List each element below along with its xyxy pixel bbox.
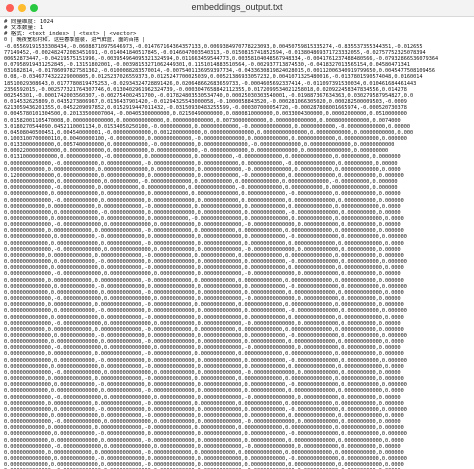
text-line: 0.013100000000000,0.00000000000,-0.00000… [4,154,401,161]
text-line: -0.05569191533308434,-0.0608871097564697… [4,43,423,50]
text-line: 0.000000000000,0.0000000000000,0.0000000… [4,314,404,321]
text-line: 3.0180270544090.0452110001134,0.01534050… [4,123,411,130]
text-line: 0.00000000000,0.000000000000,0.000000000… [4,277,404,284]
text-line: 0.0000000000000,-0.000000000000,0.000000… [4,271,401,278]
text-line: 0.000000000000,0.0000000000000,0.0000000… [4,437,404,444]
title-bar: embeddings_output.txt [0,0,474,17]
text-line: 0.0000000000000,0.00000000000,-0.0000000… [4,431,407,438]
text-line: 0.0000000000000,0.00000000000,-0.0000000… [4,234,407,241]
text-line: 0.0000000000000,0.00000000000,-0.0000000… [4,357,407,364]
text-line: 0.000000000000,0.0000000000000,0.0000000… [4,240,404,247]
text-line: 0.00000000000,0.000000000000,0.000000000… [4,351,404,358]
text-line: 2356592015,-0.002577321764307746,0.01304… [4,86,407,93]
text-line: 18510029308643,0.0177780819475253,-0.029… [4,80,417,87]
text-line: 0.0045780101304500,0.20133500007004,-0.0… [4,111,407,118]
text-editor-window: embeddings_output.txt # 向量维度: 1024 # 文本数… [0,0,474,469]
text-content-area[interactable]: # 向量维度: 1024 # 文本数量: 1 # 格式: <text_index… [0,17,474,469]
text-line: 0.000000000000,0.0000000000000,0.0000000… [4,388,404,395]
data-lines: 0 | 晚夜宽松村和, 这些春季盛装, 进气鲜蓝, 面的百搭 | -0.0556… [4,37,470,469]
text-line: 0.0000000000000,-0.000000000000,0.000000… [4,320,401,327]
text-line: 0.0000000000000,0.00000000000,-0.0000000… [4,308,407,315]
text-line: 0.0000000000000,0.00000000000,-0.0000000… [4,283,407,290]
text-line: 0.000000000000,0.0000000000000,0.0000000… [4,191,401,198]
text-line: 0.01582001105470008,0.0000000000000,0.00… [4,117,401,124]
window-title: embeddings_output.txt [191,2,283,12]
text-line: 0.00000000000,0.000000000000,0.000000000… [4,400,404,407]
text-line: 0.00000000000,0.0000000000000,0.00000000… [4,203,401,210]
text-line: 0.00000000000,0.0000000000000,0.00000000… [4,166,401,173]
text-line: 0.000000000000,0.0000000000000,0.0000000… [4,363,404,370]
text-line: 0.0000000000000,-0.000000000000,0.000000… [4,394,401,401]
text-line: 0.08,-0.0346774322229000805,0.0125237026… [4,74,423,81]
text-line: 0.0000000000000,-0.00000000000,0.0000000… [4,197,404,204]
